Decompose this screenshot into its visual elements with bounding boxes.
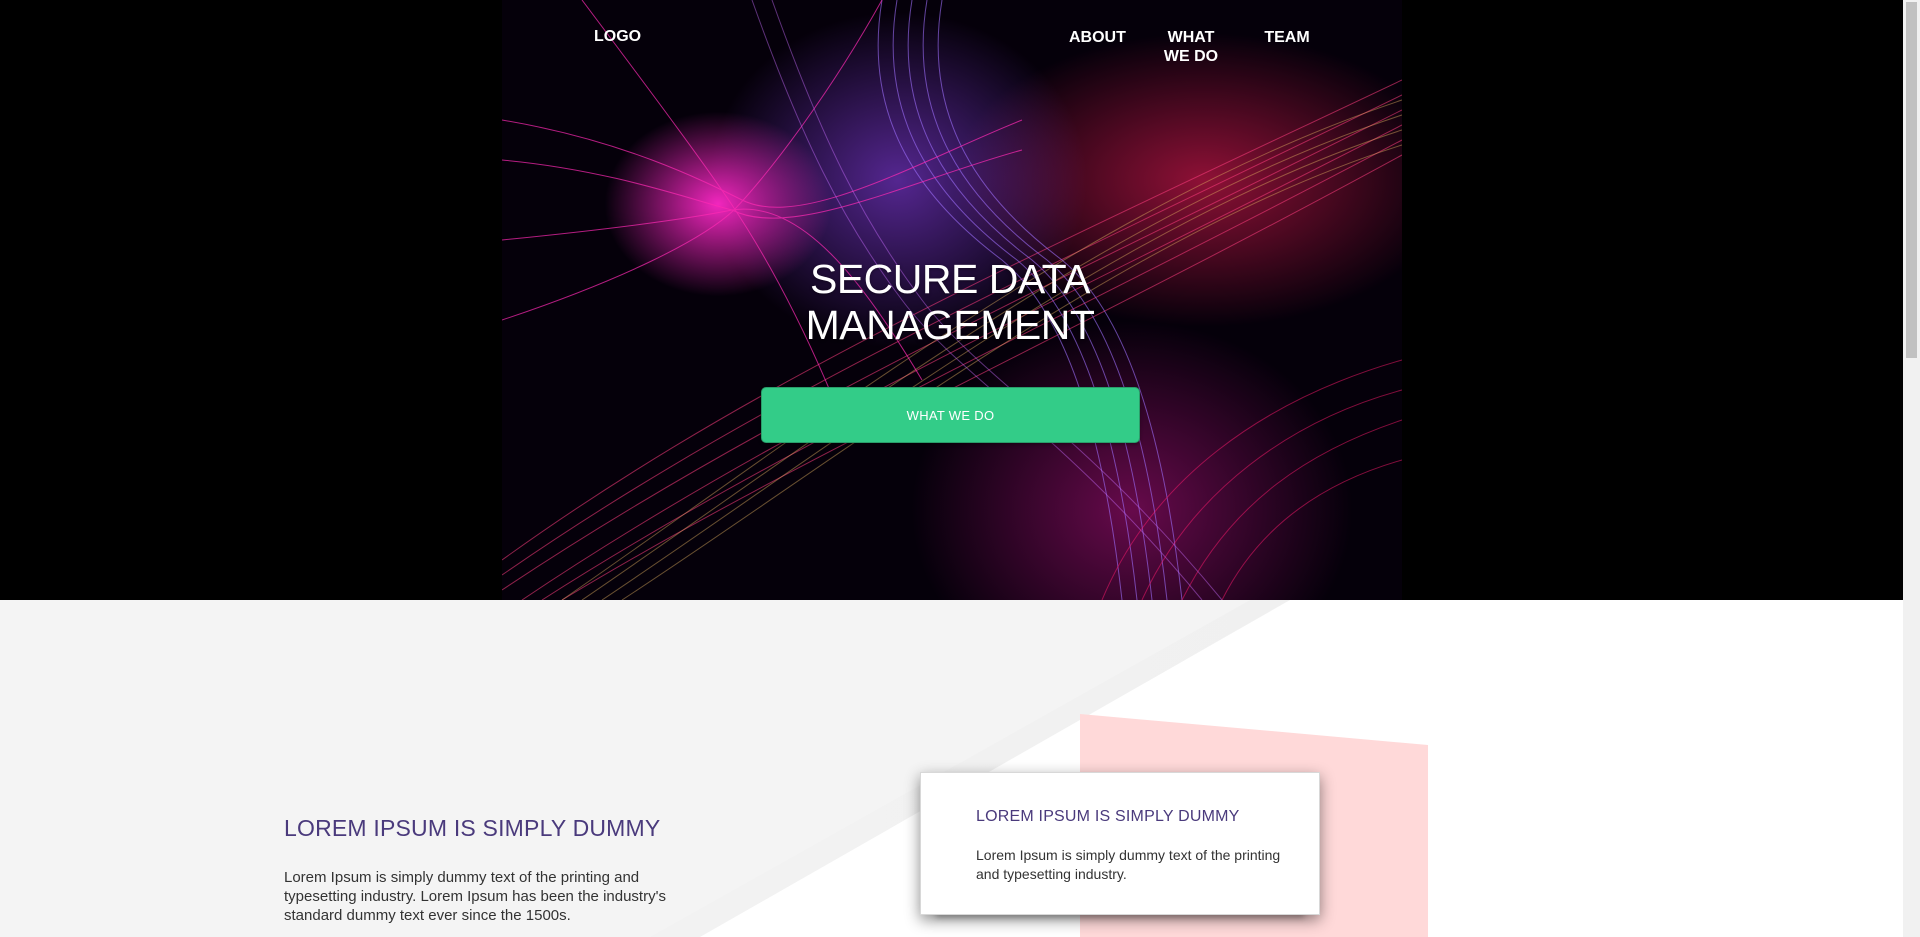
- nav-link-about[interactable]: ABOUT: [1069, 28, 1126, 47]
- page: LOGO ABOUT WHAT WE DO TEAM SECURE DATA M…: [0, 0, 1920, 937]
- info-card: LOREM IPSUM IS SIMPLY DUMMY Lorem Ipsum …: [920, 772, 1320, 915]
- vertical-scrollbar[interactable]: [1903, 0, 1920, 937]
- what-we-do-button[interactable]: WHAT WE DO: [761, 387, 1140, 443]
- hero-title: SECURE DATA MANAGEMENT: [805, 256, 1095, 348]
- card-body-text: Lorem Ipsum is simply dummy text of the …: [976, 847, 1281, 882]
- scrollbar-thumb[interactable]: [1906, 2, 1917, 358]
- nav-link-team[interactable]: TEAM: [1264, 28, 1310, 47]
- logo-link[interactable]: LOGO: [594, 28, 641, 46]
- section-body-text: Lorem Ipsum is simply dummy text of the …: [284, 869, 666, 924]
- nav-link-what-we-do[interactable]: WHAT WE DO: [1153, 28, 1229, 66]
- section-heading: LOREM IPSUM IS SIMPLY DUMMY: [284, 815, 661, 841]
- hero-section: LOGO ABOUT WHAT WE DO TEAM SECURE DATA M…: [0, 0, 1903, 600]
- card-heading: LOREM IPSUM IS SIMPLY DUMMY: [976, 808, 1240, 825]
